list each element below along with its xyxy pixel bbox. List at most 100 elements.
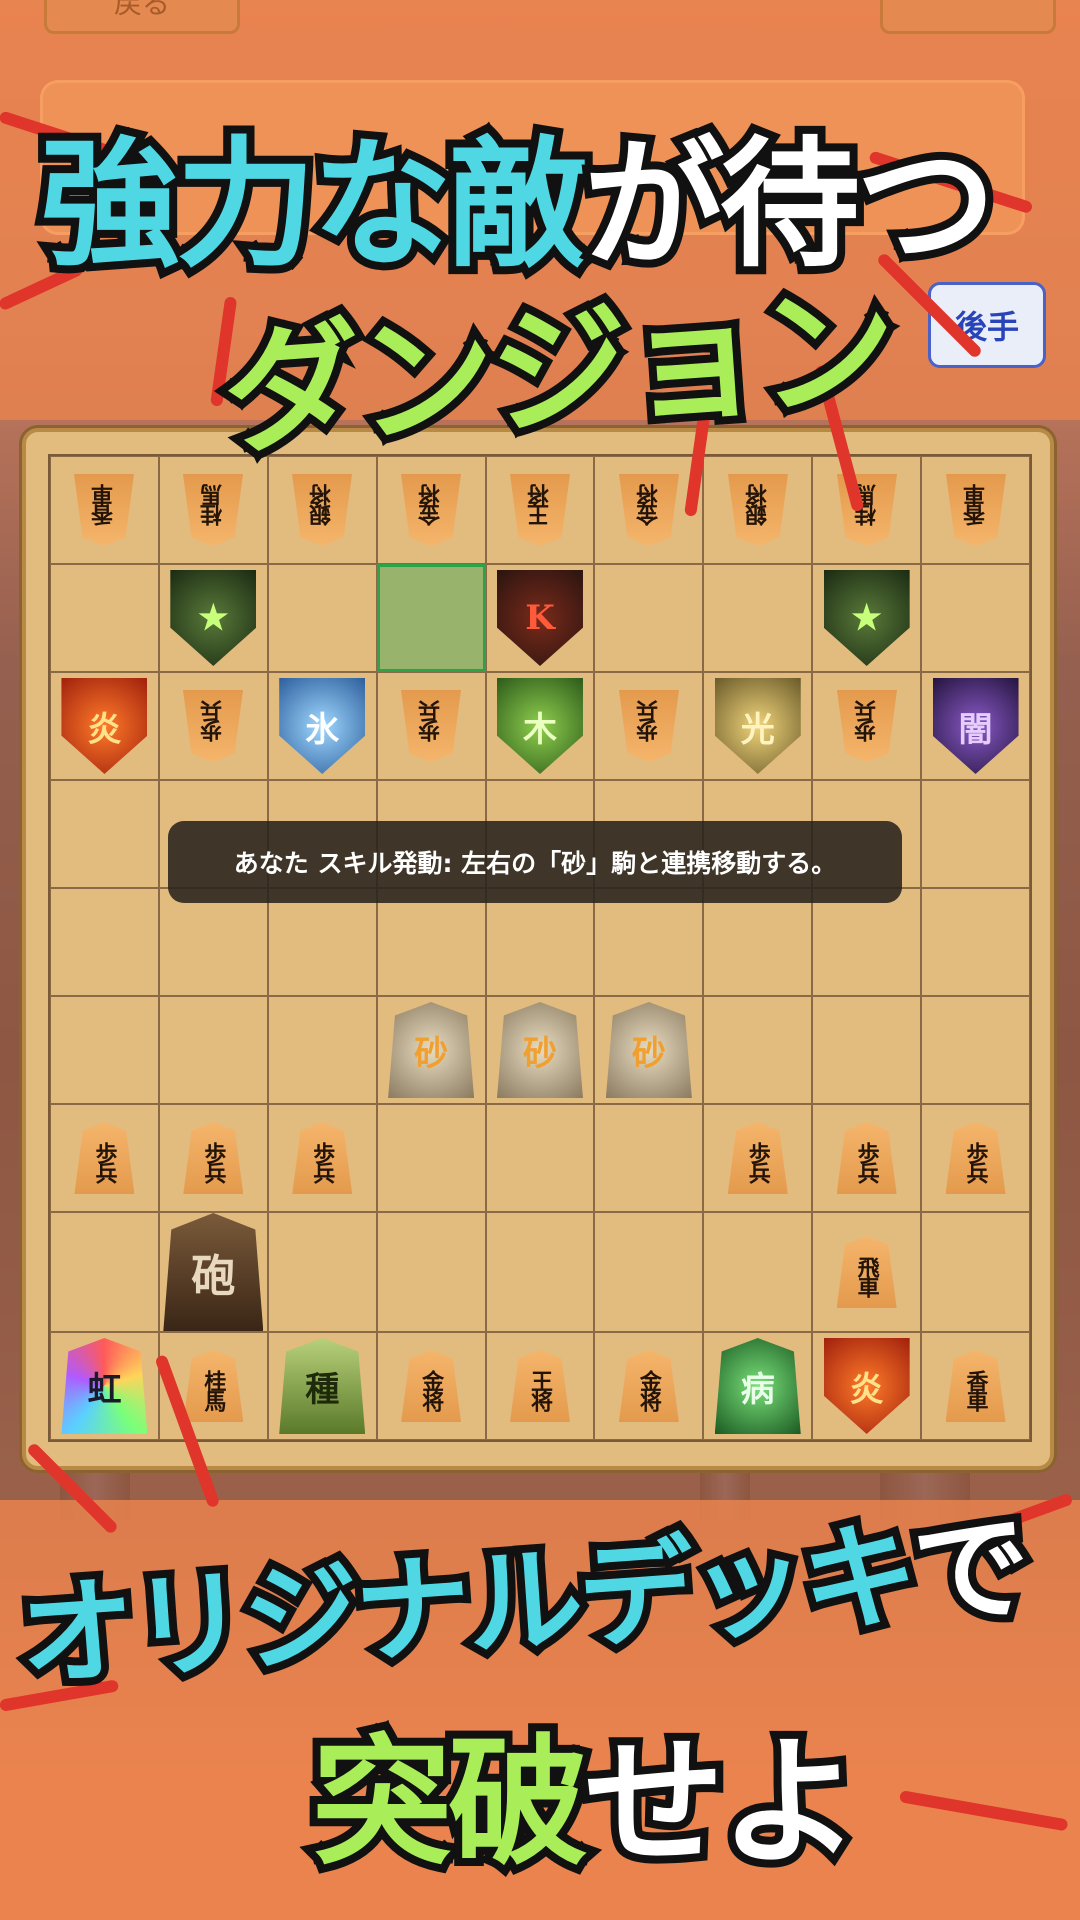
shogi-piece[interactable]: 金将 (618, 1350, 679, 1422)
board-cell[interactable] (376, 1212, 486, 1332)
board-cell[interactable]: 歩兵 (50, 1104, 159, 1212)
special-piece[interactable]: 炎 (61, 678, 148, 774)
board-cell[interactable] (376, 1104, 486, 1212)
board-cell[interactable] (594, 564, 704, 672)
board-cell[interactable]: 飛車 (812, 1212, 922, 1332)
board-cell[interactable]: K (485, 564, 595, 672)
board-cell[interactable]: 金将 (376, 456, 486, 564)
board-cell[interactable] (267, 1212, 377, 1332)
special-piece[interactable]: 木 (496, 678, 583, 774)
special-piece[interactable]: 闇 (932, 678, 1019, 774)
board-cell[interactable] (921, 888, 1030, 996)
board-cell[interactable]: 虹 (50, 1332, 159, 1440)
board-cell[interactable]: 王将 (485, 456, 595, 564)
shogi-piece[interactable]: 飛車 (836, 1236, 897, 1308)
shogi-piece[interactable]: 香車 (74, 474, 134, 546)
board-cell[interactable]: 歩兵 (812, 1104, 922, 1212)
shogi-piece[interactable]: 銀将 (292, 474, 352, 546)
board-cell[interactable] (50, 780, 159, 888)
shogi-piece[interactable]: 王将 (510, 474, 570, 546)
board-cell-highlighted[interactable] (376, 564, 486, 672)
board-cell[interactable]: 王将 (485, 1332, 595, 1440)
board-cell[interactable]: 歩兵 (703, 1104, 813, 1212)
board-cell[interactable] (594, 1212, 704, 1332)
board-cell[interactable]: 砂 (485, 996, 595, 1104)
shogi-piece[interactable]: 銀将 (728, 474, 788, 546)
shogi-piece[interactable]: 歩兵 (183, 1122, 244, 1194)
board-cell[interactable]: 砲 (158, 1212, 268, 1332)
board-cell[interactable] (703, 996, 813, 1104)
board-cell[interactable] (158, 888, 268, 996)
board-cell[interactable]: 歩兵 (158, 672, 268, 780)
special-piece[interactable]: 砂 (388, 1002, 475, 1098)
board-cell[interactable]: 光 (703, 672, 813, 780)
board-cell[interactable] (267, 564, 377, 672)
board-cell[interactable]: 氷 (267, 672, 377, 780)
shogi-piece[interactable]: 歩兵 (836, 1122, 897, 1194)
shogi-piece[interactable]: 歩兵 (74, 1122, 135, 1194)
special-piece[interactable]: ★ (823, 570, 910, 666)
board-cell[interactable]: 歩兵 (594, 672, 704, 780)
special-piece[interactable]: 氷 (279, 678, 366, 774)
shogi-piece[interactable]: 王将 (509, 1350, 570, 1422)
board-cell[interactable]: 金将 (376, 1332, 486, 1440)
board-cell[interactable]: 砂 (594, 996, 704, 1104)
board-cell[interactable] (594, 888, 704, 996)
board-cell[interactable] (921, 1212, 1030, 1332)
board-cell[interactable]: 銀将 (703, 456, 813, 564)
board-cell[interactable]: 歩兵 (158, 1104, 268, 1212)
board-cell[interactable]: 桂馬 (812, 456, 922, 564)
shogi-piece[interactable]: 歩兵 (292, 1122, 353, 1194)
board-cell[interactable] (921, 996, 1030, 1104)
board-cell[interactable] (921, 780, 1030, 888)
shogi-piece[interactable]: 香車 (946, 474, 1006, 546)
board-cell[interactable] (158, 996, 268, 1104)
board-cell[interactable] (703, 1212, 813, 1332)
board-cell[interactable]: 闇 (921, 672, 1030, 780)
shogi-piece[interactable]: 金将 (619, 474, 679, 546)
board-cell[interactable] (812, 888, 922, 996)
board-cell[interactable]: 歩兵 (812, 672, 922, 780)
back-button[interactable]: 戻る (44, 0, 240, 34)
board-cell[interactable] (485, 888, 595, 996)
board-cell[interactable] (812, 996, 922, 1104)
menu-button[interactable] (880, 0, 1056, 34)
special-piece[interactable]: 病 (714, 1338, 801, 1434)
special-piece[interactable]: 炎 (823, 1338, 910, 1434)
shogi-piece[interactable]: 桂馬 (183, 1350, 244, 1422)
board-cell[interactable]: 炎 (50, 672, 159, 780)
shogi-piece[interactable]: 歩兵 (945, 1122, 1006, 1194)
board-cell[interactable] (50, 564, 159, 672)
board-cell[interactable]: 砂 (376, 996, 486, 1104)
board-cell[interactable]: 金将 (594, 1332, 704, 1440)
shogi-piece[interactable]: 金将 (401, 1350, 462, 1422)
special-piece[interactable]: 種 (279, 1338, 366, 1434)
board-cell[interactable]: 歩兵 (921, 1104, 1030, 1212)
board-cell[interactable] (267, 888, 377, 996)
shogi-piece[interactable]: 歩兵 (619, 690, 679, 762)
shogi-piece[interactable]: 香車 (945, 1350, 1006, 1422)
board-cell[interactable] (267, 996, 377, 1104)
special-piece[interactable]: ★ (170, 570, 257, 666)
board-cell[interactable] (50, 888, 159, 996)
board-cell[interactable] (594, 1104, 704, 1212)
board-cell[interactable] (376, 888, 486, 996)
special-piece[interactable]: 砲 (163, 1213, 264, 1331)
board-cell[interactable] (921, 564, 1030, 672)
special-piece[interactable]: 砂 (496, 1002, 583, 1098)
shogi-piece[interactable]: 歩兵 (183, 690, 243, 762)
board-cell[interactable] (50, 996, 159, 1104)
board-cell[interactable] (703, 564, 813, 672)
board-cell[interactable]: 炎 (812, 1332, 922, 1440)
shogi-piece[interactable]: 桂馬 (183, 474, 243, 546)
shogi-piece[interactable]: 歩兵 (727, 1122, 788, 1194)
board-cell[interactable]: ★ (812, 564, 922, 672)
board-cell[interactable] (485, 1104, 595, 1212)
board-cell[interactable] (703, 888, 813, 996)
board-cell[interactable]: 歩兵 (376, 672, 486, 780)
board-cell[interactable]: 歩兵 (267, 1104, 377, 1212)
board-cell[interactable]: 香車 (50, 456, 159, 564)
board-cell[interactable]: 木 (485, 672, 595, 780)
board-cell[interactable] (485, 1212, 595, 1332)
shogi-piece[interactable]: 金将 (401, 474, 461, 546)
